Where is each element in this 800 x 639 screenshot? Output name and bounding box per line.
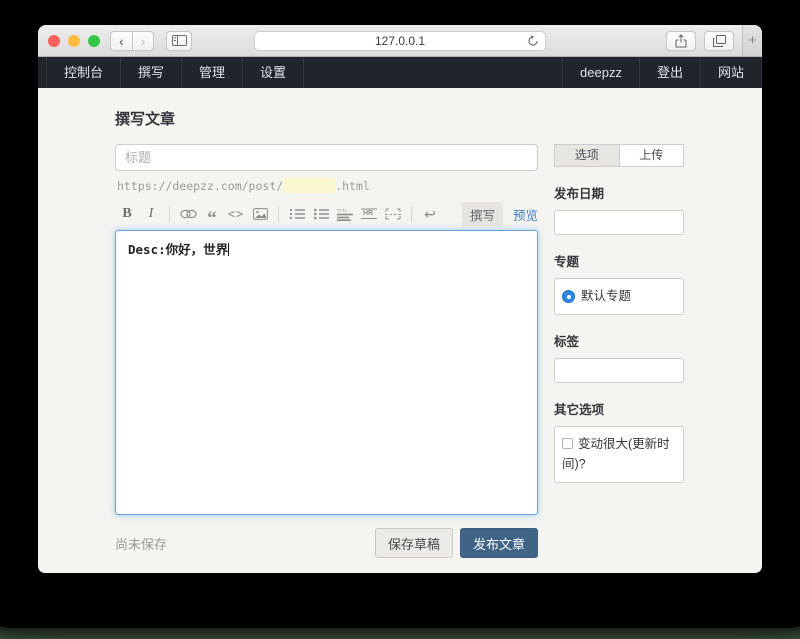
bold-button[interactable]: B (115, 203, 139, 225)
post-url-preview: https://deepzz.com/post/ .html (117, 178, 538, 193)
forward-button[interactable]: › (132, 31, 154, 51)
svg-text:HR: HR (363, 210, 373, 217)
editor-toolbar: B I “ <> (115, 202, 538, 226)
publish-date-label: 发布日期 (554, 183, 684, 202)
publish-date-input[interactable] (554, 210, 684, 235)
topic-option-label: 默认专题 (581, 287, 631, 306)
tab-overview-icon (713, 35, 726, 47)
bold-icon: B (122, 206, 131, 222)
tags-input[interactable] (554, 358, 684, 383)
radio-checked-icon[interactable] (562, 290, 575, 303)
back-button[interactable]: ‹ (110, 31, 132, 51)
topic-option-row[interactable]: 默认专题 (562, 287, 676, 306)
composer-column: https://deepzz.com/post/ .html B I “ <> (115, 144, 538, 558)
undo-button[interactable]: ↩ (418, 203, 442, 225)
heading-icon: TITL (337, 208, 353, 221)
quote-icon: “ (207, 215, 217, 223)
forward-icon: › (141, 33, 146, 49)
history-nav-group: ‹ › (110, 31, 154, 51)
code-button[interactable]: <> (224, 203, 248, 225)
toolbar-separator (169, 206, 170, 222)
sidebar-icon (172, 35, 187, 46)
composer-footer: 尚未保存 保存草稿 发布文章 (115, 528, 538, 558)
share-button[interactable] (666, 31, 696, 51)
ordered-list-button[interactable] (285, 203, 309, 225)
tab-write[interactable]: 撰写 (462, 202, 503, 227)
share-icon (675, 34, 687, 48)
nav-item-site[interactable]: 网站 (700, 57, 762, 88)
traffic-lights (48, 35, 100, 47)
new-tab-button[interactable]: + (742, 25, 762, 56)
markdown-editor-textarea[interactable]: Desc:你好，世界 (115, 230, 538, 515)
italic-button[interactable]: I (139, 203, 163, 225)
quote-button[interactable]: “ (200, 203, 224, 225)
image-button[interactable] (248, 203, 272, 225)
code-icon: <> (228, 207, 244, 221)
tags-label: 标签 (554, 331, 684, 350)
page-content: 撰写文章 https://deepzz.com/post/ .html B I (38, 88, 762, 558)
topic-list: 默认专题 (554, 278, 684, 315)
link-button[interactable] (176, 203, 200, 225)
plus-icon: + (748, 32, 757, 49)
page-break-button[interactable] (381, 203, 405, 225)
text-cursor (228, 243, 229, 256)
link-icon (180, 209, 197, 219)
nav-item-dashboard[interactable]: 控制台 (46, 57, 121, 88)
tab-options[interactable]: 选项 (554, 144, 620, 167)
browser-toolbar: ‹ › 127.0.0.1 (38, 25, 762, 57)
nav-item-write[interactable]: 撰写 (121, 57, 182, 88)
toolbar-separator (411, 206, 412, 222)
publish-button[interactable]: 发布文章 (460, 528, 538, 558)
address-bar[interactable]: 127.0.0.1 (254, 31, 546, 51)
post-title-input[interactable] (115, 144, 538, 171)
heading-button[interactable]: TITL (333, 203, 357, 225)
tab-preview[interactable]: 预览 (513, 205, 538, 224)
tab-overview-button[interactable] (704, 31, 734, 51)
close-window-button[interactable] (48, 35, 60, 47)
nav-item-logout[interactable]: 登出 (639, 57, 700, 88)
horizontal-rule-button[interactable]: HR (357, 203, 381, 225)
options-sidebar: 选项 上传 发布日期 专题 默认专题 标签 其它选项 变动很大(更新时间)? (554, 144, 684, 558)
back-icon: ‹ (119, 33, 124, 49)
save-draft-button[interactable]: 保存草稿 (375, 528, 453, 558)
browser-window: ‹ › 127.0.0.1 (38, 25, 762, 573)
url-prefix: https://deepzz.com/post/ (117, 179, 283, 193)
save-status-text: 尚未保存 (115, 534, 167, 553)
url-text: 127.0.0.1 (375, 34, 425, 48)
editor-content: Desc:你好，世界 (128, 242, 228, 257)
sidebar-tabs: 选项 上传 (554, 144, 684, 167)
reload-button[interactable] (526, 34, 540, 48)
toolbar-separator (278, 206, 279, 222)
editor-mode-tabs: 撰写 预览 (462, 202, 538, 227)
sidebar-toggle-button[interactable] (166, 31, 192, 51)
url-suffix: .html (335, 179, 370, 193)
nav-item-manage[interactable]: 管理 (182, 57, 243, 88)
url-slug-highlight[interactable] (283, 178, 335, 193)
page-title: 撰写文章 (115, 108, 684, 129)
unordered-list-icon (314, 208, 329, 220)
admin-navbar: 控制台 撰写 管理 设置 deepzz 登出 网站 (38, 57, 762, 88)
svg-text:TITL: TITL (337, 208, 348, 213)
other-options-box: 变动很大(更新时间)? (554, 426, 684, 483)
page-break-icon (385, 208, 401, 220)
checkbox-unchecked-icon[interactable] (562, 438, 573, 449)
reload-icon (526, 34, 540, 48)
zoom-window-button[interactable] (88, 35, 100, 47)
undo-icon: ↩ (424, 206, 436, 223)
ordered-list-icon (290, 208, 305, 220)
other-options-label: 其它选项 (554, 399, 684, 418)
italic-icon: I (149, 206, 154, 222)
minimize-window-button[interactable] (68, 35, 80, 47)
chrome-right-buttons: + (666, 25, 762, 56)
image-icon (253, 208, 268, 220)
tab-upload[interactable]: 上传 (620, 144, 685, 167)
unordered-list-button[interactable] (309, 203, 333, 225)
other-option-label: 变动很大(更新时间)? (562, 437, 670, 470)
horizontal-rule-icon: HR (361, 208, 377, 220)
topic-label: 专题 (554, 251, 684, 270)
navbar-spacer (304, 57, 562, 88)
nav-item-username[interactable]: deepzz (562, 57, 639, 88)
nav-item-settings[interactable]: 设置 (243, 57, 304, 88)
